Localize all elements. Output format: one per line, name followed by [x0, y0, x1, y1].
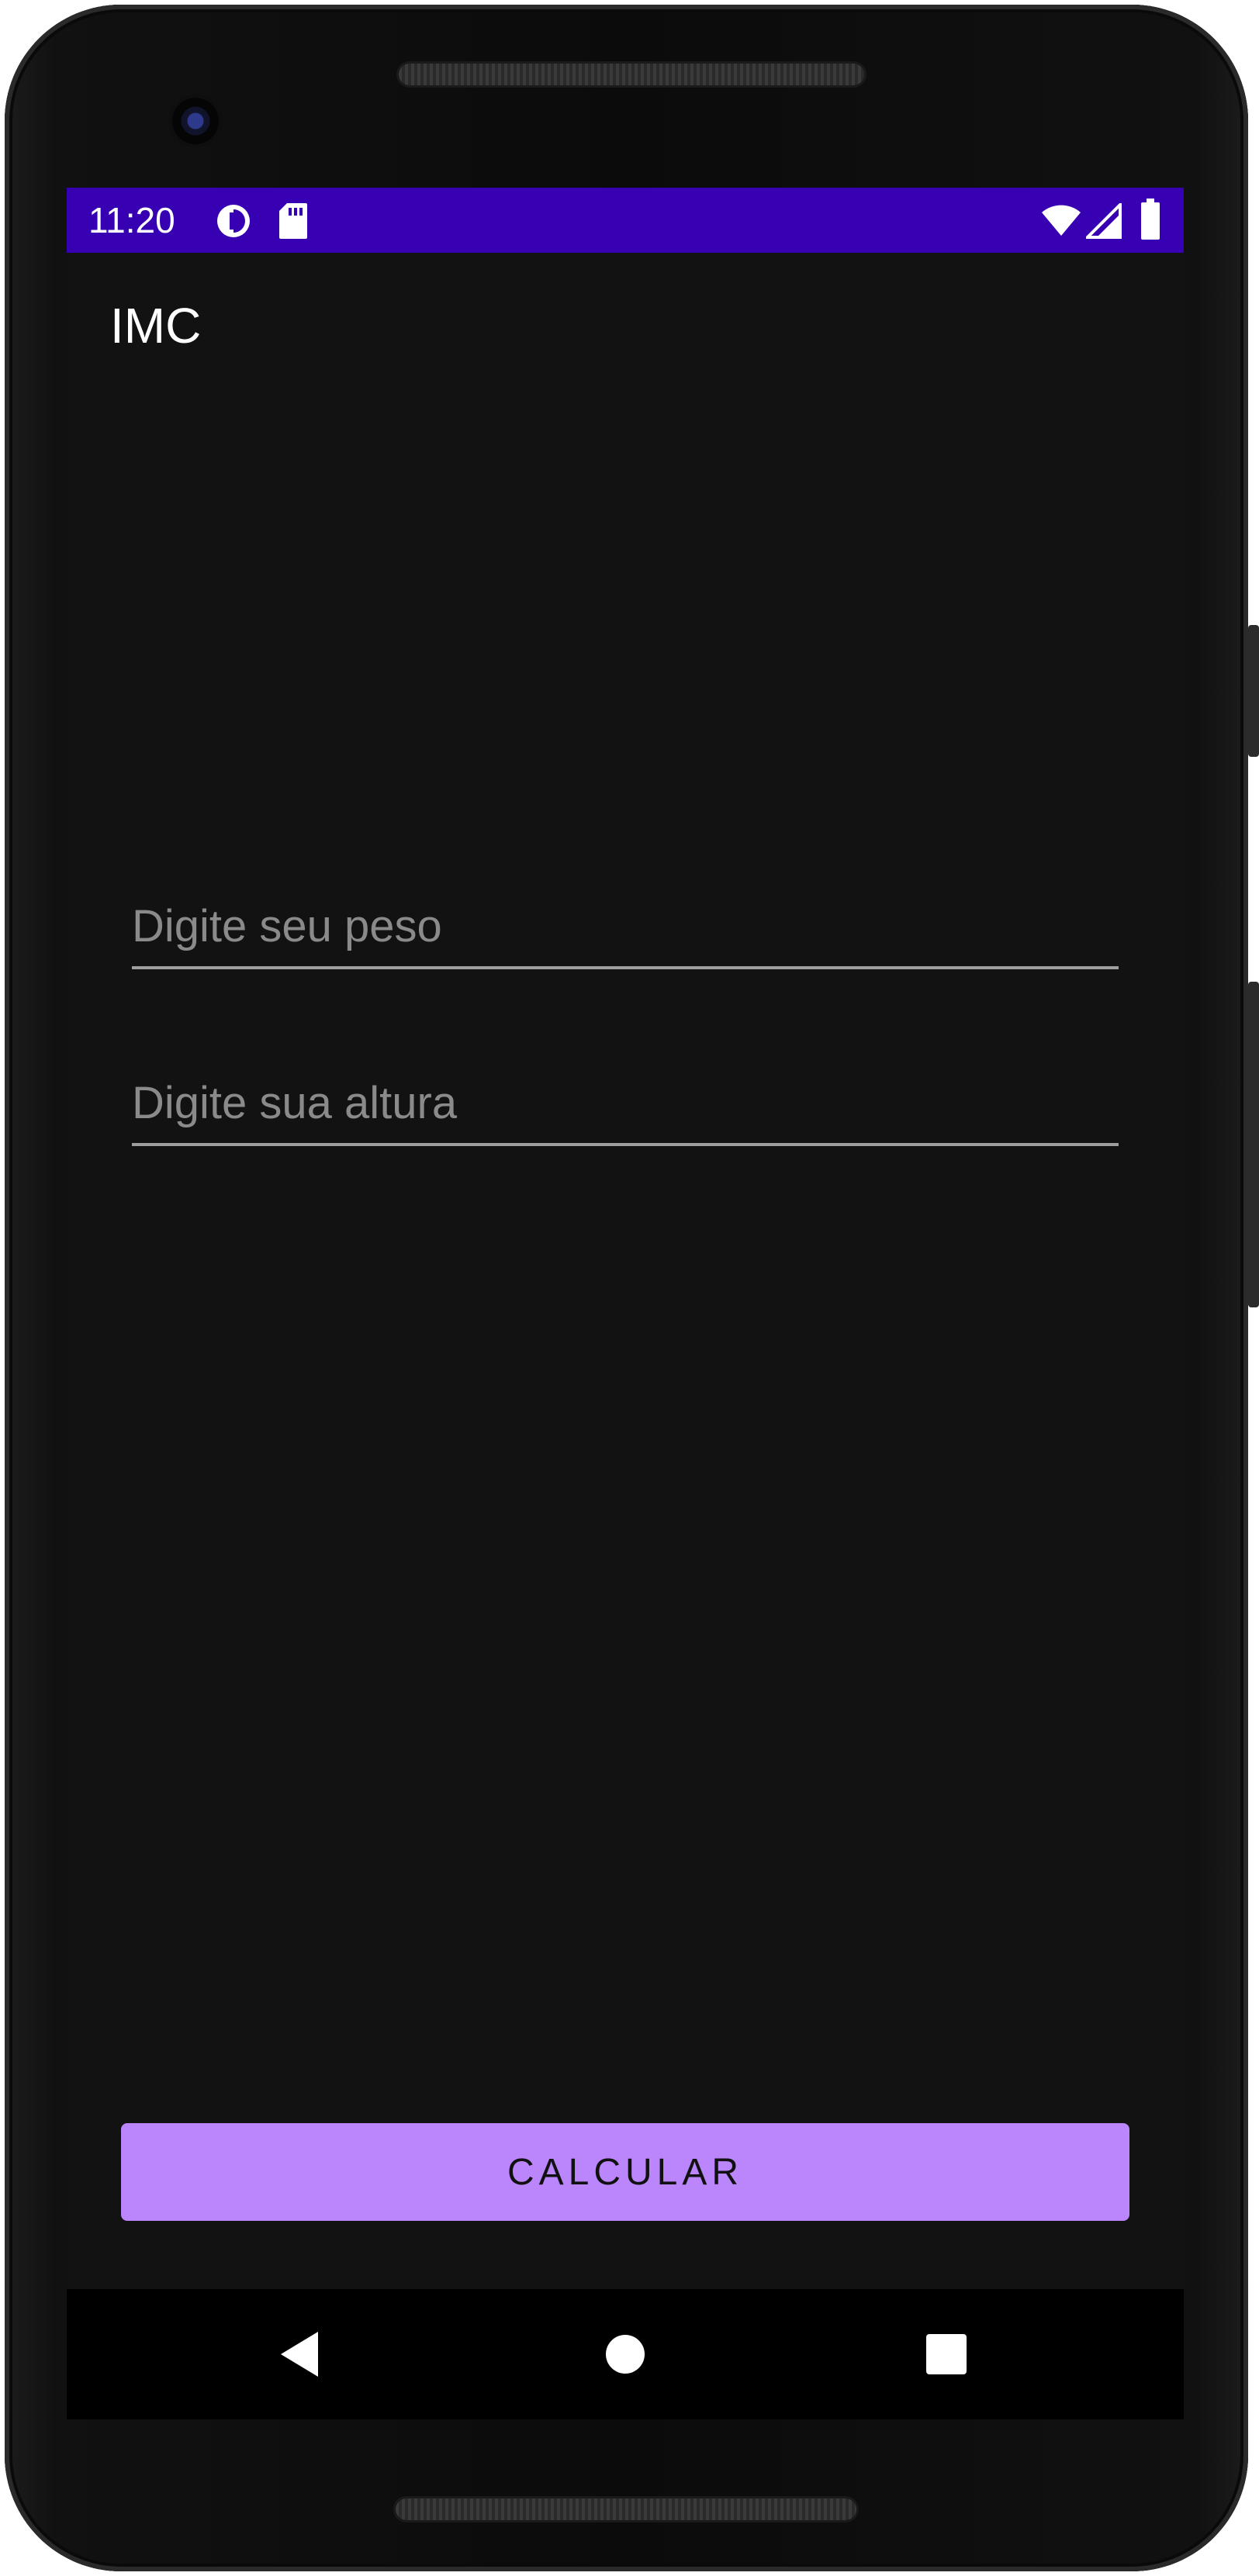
weight-input[interactable] — [132, 900, 1119, 954]
front-camera — [172, 98, 219, 144]
data-saver-icon — [214, 202, 253, 244]
power-button — [1248, 625, 1259, 757]
calculate-button[interactable]: CALCULAR — [121, 2123, 1129, 2221]
app-title: IMC — [110, 298, 202, 354]
status-time: 11:20 — [88, 200, 175, 240]
height-input[interactable] — [132, 1076, 1119, 1131]
height-field — [132, 1058, 1119, 1146]
bottom-speaker — [396, 2498, 856, 2520]
cell-signal-icon — [1084, 201, 1122, 243]
recents-icon — [926, 2334, 967, 2374]
top-speaker — [399, 64, 864, 85]
status-bar: 11:20 — [67, 188, 1184, 253]
back-icon — [281, 2332, 318, 2377]
app-screen: 11:20 IMC Digite seu peso Digite sua alt… — [67, 188, 1184, 2419]
home-icon — [606, 2335, 645, 2374]
navigation-bar — [67, 2289, 1184, 2419]
volume-button — [1248, 982, 1259, 1307]
weight-field — [132, 881, 1119, 969]
sd-card-icon — [278, 202, 309, 244]
home-button[interactable] — [560, 2289, 690, 2419]
battery-icon — [1140, 199, 1161, 244]
recents-button[interactable] — [881, 2289, 1012, 2419]
wifi-icon — [1040, 203, 1082, 241]
back-button[interactable] — [234, 2289, 365, 2419]
